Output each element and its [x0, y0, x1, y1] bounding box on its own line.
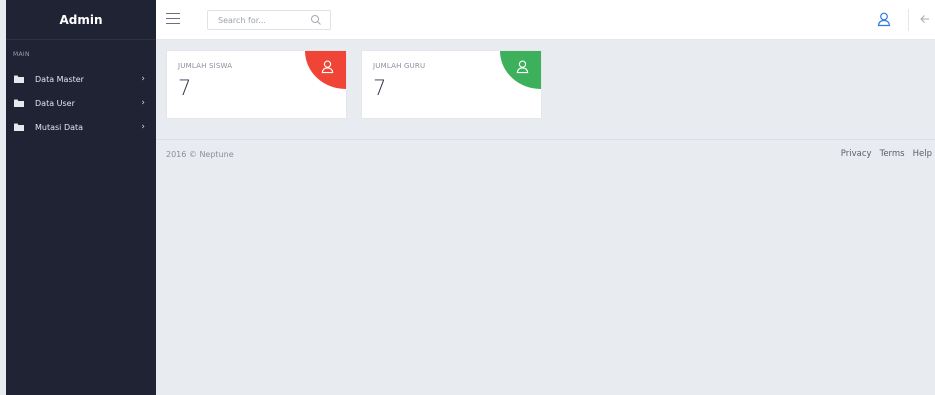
top-header [156, 0, 935, 40]
card-badge [305, 51, 346, 89]
sidebar-item-data-master[interactable]: Data Master › [6, 67, 156, 91]
user-icon [516, 60, 529, 74]
sidebar-item-label: Data User [35, 98, 75, 108]
sidebar: Admin MAIN Data Master › Data User › Mut… [6, 0, 156, 395]
search-icon[interactable] [310, 14, 322, 26]
stat-card-guru: JUMLAH GURU 7 [361, 50, 542, 119]
menu-icon[interactable] [166, 13, 180, 25]
sidebar-item-mutasi-data[interactable]: Mutasi Data › [6, 115, 156, 139]
user-icon [321, 60, 334, 74]
card-title: JUMLAH SISWA [178, 62, 233, 70]
search-box [207, 10, 331, 30]
card-title: JUMLAH GURU [373, 62, 426, 70]
card-badge [500, 51, 541, 89]
footer-link-privacy[interactable]: Privacy [841, 149, 872, 159]
footer-divider [156, 139, 935, 140]
chevron-right-icon: › [141, 122, 145, 132]
chevron-right-icon: › [141, 74, 145, 84]
section-label-main: MAIN [13, 51, 30, 58]
footer-links: Privacy Terms Help [841, 149, 932, 159]
chevron-right-icon: › [141, 98, 145, 108]
footer-link-terms[interactable]: Terms [880, 149, 905, 159]
search-input[interactable] [208, 15, 303, 25]
header-divider [908, 9, 909, 31]
sidebar-item-data-user[interactable]: Data User › [6, 91, 156, 115]
sidebar-menu: Data Master › Data User › Mutasi Data › [6, 67, 156, 139]
footer-link-help[interactable]: Help [913, 149, 932, 159]
sidebar-item-label: Data Master [35, 74, 84, 84]
card-value: 7 [178, 76, 192, 100]
brand-title[interactable]: Admin [6, 0, 156, 40]
card-value: 7 [373, 76, 387, 100]
copyright-text: 2016 © Neptune [166, 150, 234, 159]
arrow-left-icon[interactable] [920, 13, 930, 25]
folder-icon [14, 75, 24, 83]
sidebar-item-label: Mutasi Data [35, 122, 84, 132]
stat-card-siswa: JUMLAH SISWA 7 [166, 50, 347, 119]
folder-icon [14, 99, 24, 107]
user-icon[interactable] [876, 11, 892, 27]
folder-icon [14, 123, 24, 131]
